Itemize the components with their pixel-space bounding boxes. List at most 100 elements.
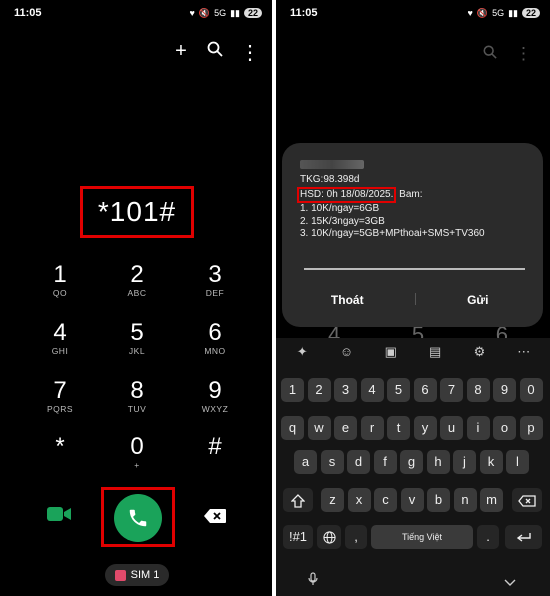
more-options-icon[interactable]: ⋮ [240, 40, 260, 65]
key-9[interactable]: 9 [493, 378, 516, 402]
hide-keyboard-icon[interactable] [504, 574, 516, 592]
key-w[interactable]: w [307, 416, 331, 440]
key-hash[interactable]: # [175, 434, 255, 460]
key-t[interactable]: t [387, 416, 410, 440]
search-icon [483, 44, 497, 64]
keyboard-toolbar: ✦ ☺ ▣ ▤ ⚙ ⋯ [276, 344, 550, 360]
key-6[interactable]: 6 MNO [175, 320, 255, 357]
key-i[interactable]: i [466, 416, 490, 440]
sim-selector[interactable]: SIM 1 [105, 564, 169, 586]
period-key[interactable]: . [477, 525, 499, 549]
key-a[interactable]: a [294, 450, 317, 474]
key-h[interactable]: h [426, 450, 450, 474]
key-8[interactable]: 8 TUV [97, 378, 177, 415]
mute-icon: 🔇 [476, 7, 489, 18]
key-star[interactable]: * [20, 434, 100, 460]
mute-icon: 🔇 [198, 7, 211, 18]
key-v[interactable]: v [400, 488, 424, 512]
space-key[interactable]: Tiếng Việt [371, 525, 473, 549]
sim-label: SIM 1 [130, 569, 160, 581]
globe-key[interactable] [317, 525, 341, 549]
key-q[interactable]: q [281, 416, 304, 440]
ussd-dialog: TKG:98.398d HSD: 0h 18/08/2025. Bam: 1. … [282, 143, 543, 327]
key-1[interactable]: 1 QO [20, 262, 100, 299]
key-2[interactable]: 2 [307, 378, 331, 402]
home-row: asdfghjkl [276, 450, 550, 474]
key-p[interactable]: p [519, 416, 543, 440]
key-s[interactable]: s [320, 450, 344, 474]
key-m[interactable]: m [480, 488, 503, 512]
key-4[interactable]: 4 [360, 378, 384, 402]
key-8[interactable]: 8 [466, 378, 490, 402]
shift-key[interactable] [283, 488, 313, 512]
key-3[interactable]: 3 DEF [175, 262, 255, 299]
keyboard: ✦ ☺ ▣ ▤ ⚙ ⋯ 1234567890 qwertyuiop asdfgh… [276, 338, 550, 596]
ussd-message: TKG:98.398d HSD: 0h 18/08/2025. Bam: 1. … [297, 174, 485, 241]
key-3[interactable]: 3 [334, 378, 357, 402]
key-l[interactable]: l [506, 450, 529, 474]
key-y[interactable]: y [413, 416, 437, 440]
reply-input[interactable] [304, 268, 525, 270]
space-row: !#1 , Tiếng Việt . [276, 525, 550, 549]
enter-key[interactable] [505, 525, 542, 549]
key-0[interactable]: 0 + [97, 434, 177, 471]
key-1[interactable]: 1 [281, 378, 304, 402]
expiry-highlight: HSD: 0h 18/08/2025. [297, 186, 397, 203]
signal-icon: ▮▮ [230, 7, 240, 18]
network-label: 5G [214, 8, 227, 18]
key-5[interactable]: 5 JKL [97, 320, 177, 357]
more-options-icon: ⋮ [515, 44, 532, 63]
emoji-icon[interactable]: ☺ [335, 344, 357, 360]
search-icon[interactable] [206, 40, 224, 65]
nav-bar [276, 570, 550, 588]
call-button[interactable] [114, 494, 162, 542]
key-5[interactable]: 5 [387, 378, 410, 402]
send-button[interactable]: Gửi [413, 293, 544, 307]
bottom-letter-row: zxcvbnm [276, 488, 550, 512]
key-7[interactable]: 7 [440, 378, 463, 402]
signal-icon: ▮▮ [508, 7, 518, 18]
clipboard-icon[interactable]: ▤ [424, 344, 446, 360]
key-b[interactable]: b [427, 488, 450, 512]
key-k[interactable]: k [479, 450, 503, 474]
key-c[interactable]: c [374, 488, 397, 512]
backspace-icon[interactable] [203, 508, 227, 524]
key-6[interactable]: 6 [413, 378, 437, 402]
settings-icon[interactable]: ⚙ [468, 344, 490, 360]
key-d[interactable]: d [347, 450, 370, 474]
sim-icon [114, 569, 126, 581]
key-x[interactable]: x [347, 488, 371, 512]
key-z[interactable]: z [321, 488, 344, 512]
key-g[interactable]: g [400, 450, 423, 474]
cancel-button[interactable]: Thoát [282, 293, 413, 307]
qwerty-row: qwertyuiop [276, 416, 550, 440]
key-r[interactable]: r [360, 416, 384, 440]
key-4[interactable]: 4 GHI [20, 320, 100, 357]
video-call-icon[interactable] [46, 505, 72, 523]
delete-key[interactable] [512, 488, 542, 512]
more-tools-icon[interactable]: ⋯ [513, 344, 535, 360]
symbols-key[interactable]: !#1 [283, 525, 313, 549]
add-contact-icon[interactable]: + [172, 40, 190, 65]
key-9[interactable]: 9 WXYZ [175, 378, 255, 415]
key-7[interactable]: 7 PQRS [20, 378, 100, 415]
key-e[interactable]: e [334, 416, 357, 440]
key-n[interactable]: n [453, 488, 477, 512]
comma-key[interactable]: , [345, 525, 367, 549]
dialer-screen: 11:05 ♥ 🔇 5G ▮▮ 22 + ⋮ *101# 1 QO 2 ABC 3D… [0, 0, 272, 596]
phone-icon [129, 509, 147, 527]
dialer-toolbar: + ⋮ [172, 40, 260, 65]
battery-badge: 22 [243, 8, 262, 18]
key-2[interactable]: 2 ABC [97, 262, 177, 299]
number-row: 1234567890 [276, 378, 550, 402]
key-f[interactable]: f [373, 450, 397, 474]
key-0[interactable]: 0 [519, 378, 543, 402]
ai-sparkle-icon[interactable]: ✦ [291, 344, 313, 360]
key-o[interactable]: o [493, 416, 516, 440]
key-j[interactable]: j [453, 450, 476, 474]
status-bar: 11:05 ♥ 🔇 5G ▮▮ 22 [14, 4, 262, 22]
microphone-icon[interactable] [308, 572, 318, 591]
sticker-icon[interactable]: ▣ [380, 344, 402, 360]
status-bar: 11:05 ♥ 🔇 5G ▮▮ 22 [290, 4, 540, 22]
key-u[interactable]: u [440, 416, 463, 440]
